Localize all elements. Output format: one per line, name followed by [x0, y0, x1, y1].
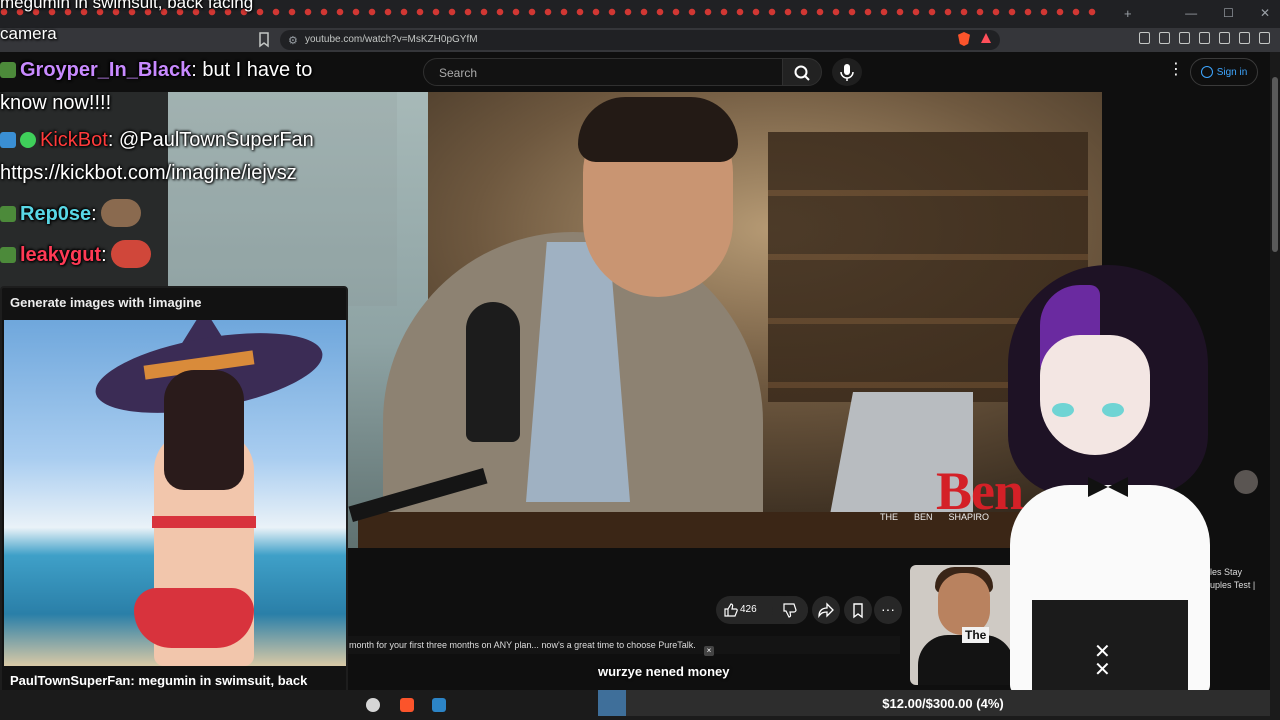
account-icon — [1200, 66, 1213, 78]
close-window-button[interactable]: ✕ — [1260, 6, 1270, 20]
chat-message-continuation: https://kickbot.com/imagine/iejvsz — [0, 161, 297, 185]
brave-rewards-icon[interactable] — [981, 33, 991, 43]
generated-image — [4, 320, 346, 666]
microphone-icon — [840, 64, 854, 81]
logo-word: THE — [880, 512, 898, 522]
new-tab-button[interactable]: + — [1124, 6, 1132, 21]
tts-message: wurzye nened money — [598, 664, 730, 679]
overlay-prompt-text: megumin in swimsuit, back facing — [0, 0, 254, 12]
swimsuit-top — [152, 516, 256, 528]
host-hair — [578, 97, 738, 162]
music-icon[interactable] — [1159, 32, 1170, 44]
description-text: month for your first three months on ANY… — [349, 640, 696, 650]
imagine-header: Generate images with !imagine — [10, 295, 202, 310]
settings-more-button[interactable]: ⋮ — [1168, 62, 1184, 78]
chat-separator: : — [101, 244, 107, 266]
chat-username: leakygut — [20, 244, 102, 266]
dislike-button[interactable] — [772, 596, 808, 624]
sign-in-button[interactable]: Sign in — [1190, 58, 1258, 86]
donation-goal-text: $12.00/$300.00 (4%) — [882, 696, 1004, 711]
bookmark-icon[interactable] — [258, 32, 270, 48]
wallet-icon[interactable] — [1199, 32, 1210, 44]
show-logo-subtitle: THE BEN SHAPIRO — [880, 512, 989, 522]
vtuber-avatar: ✕ ✕ — [990, 255, 1230, 695]
chat-message: Rep0se: — [0, 199, 141, 227]
leo-icon[interactable] — [1219, 32, 1230, 44]
search-icon — [794, 65, 810, 81]
vtuber-lacing: ✕ ✕ — [1094, 641, 1111, 681]
menu-icon[interactable] — [1259, 32, 1270, 44]
brave-icon[interactable] — [400, 698, 414, 712]
app-icon[interactable] — [366, 698, 380, 712]
vtuber-eye — [1052, 403, 1074, 417]
channel-avatar[interactable] — [1234, 470, 1258, 494]
more-actions-button[interactable]: ··· — [874, 596, 902, 624]
minimize-button[interactable]: — — [1185, 6, 1197, 20]
page-scrollbar[interactable] — [1270, 52, 1280, 692]
chat-message: leakygut: — [0, 240, 151, 268]
donation-goal-bar: $12.00/$300.00 (4%) — [598, 690, 1270, 716]
vpn-icon[interactable] — [1239, 32, 1250, 44]
extensions-icon[interactable] — [1139, 32, 1150, 44]
chat-message-continuation: know now!!!! — [0, 91, 111, 115]
chat-username: KickBot — [40, 129, 108, 151]
url-text[interactable]: youtube.com/watch?v=MsKZH0pGYfM — [305, 34, 478, 45]
window-controls: — ☐ ✕ — [1185, 6, 1270, 20]
video-description[interactable]: month for your first three months on ANY… — [346, 636, 900, 654]
extension-icons — [1139, 32, 1270, 44]
vscode-icon[interactable] — [432, 698, 446, 712]
vtuber-face — [1040, 335, 1150, 455]
browser-toolbar: ⚙ youtube.com/watch?v=MsKZH0pGYfM — [0, 28, 1280, 52]
chat-separator: : — [91, 203, 97, 225]
search-button[interactable] — [782, 58, 822, 86]
logo-word: SHAPIRO — [948, 512, 990, 522]
thumbnail-label: The — [962, 627, 990, 643]
thumbs-down-icon — [783, 603, 797, 618]
save-bookmark-icon — [853, 603, 863, 619]
chat-text: but I have to — [196, 59, 313, 81]
chat-text: know now!!!! — [0, 92, 112, 114]
maximize-button[interactable]: ☐ — [1223, 6, 1234, 20]
logo-word: BEN — [914, 512, 933, 522]
voice-search-button[interactable] — [832, 58, 862, 86]
studio-microphone — [466, 302, 520, 442]
chat-message: Groyper_In_Black: but I have to — [0, 58, 312, 82]
sidebar-icon[interactable] — [1179, 32, 1190, 44]
vtuber-eye — [1102, 403, 1124, 417]
chat-link: https://kickbot.com/imagine/iejvsz — [0, 162, 297, 184]
emote-face-icon — [100, 199, 141, 227]
frog-badge-icon — [0, 206, 16, 222]
share-icon — [818, 602, 834, 619]
chat-text: @PaulTownSuperFan — [113, 129, 314, 151]
imagine-card: Generate images with !imagine PaulTownSu… — [0, 286, 348, 718]
like-count: 426 — [740, 604, 757, 615]
chat-username: Rep0se — [20, 203, 92, 225]
chat-username: Groyper_In_Black — [20, 59, 192, 81]
scrollbar-thumb[interactable] — [1272, 77, 1278, 252]
swimsuit-bottom — [134, 588, 254, 648]
address-bar[interactable]: ⚙ youtube.com/watch?v=MsKZH0pGYfM — [280, 30, 1000, 50]
save-button[interactable] — [844, 596, 872, 624]
frog-badge-icon — [0, 247, 16, 263]
site-info-icon[interactable]: ⚙ — [288, 34, 298, 47]
overlay-prompt-text: camera — [0, 24, 57, 43]
frog-badge-icon — [0, 62, 16, 78]
emote-lips-icon — [110, 240, 151, 268]
video-actions: 426 ··· — [716, 596, 906, 624]
sword-badge-icon — [0, 132, 16, 148]
sign-in-label: Sign in — [1216, 66, 1248, 78]
thumbs-up-icon — [724, 603, 738, 617]
share-button[interactable] — [812, 596, 840, 624]
verified-badge-icon — [20, 132, 36, 148]
close-icon[interactable]: × — [704, 646, 714, 656]
character-hair — [164, 370, 244, 490]
search-input[interactable]: Search — [423, 58, 783, 86]
thumbnail-face — [938, 573, 990, 635]
chat-message: KickBot: @PaulTownSuperFan — [0, 128, 314, 152]
